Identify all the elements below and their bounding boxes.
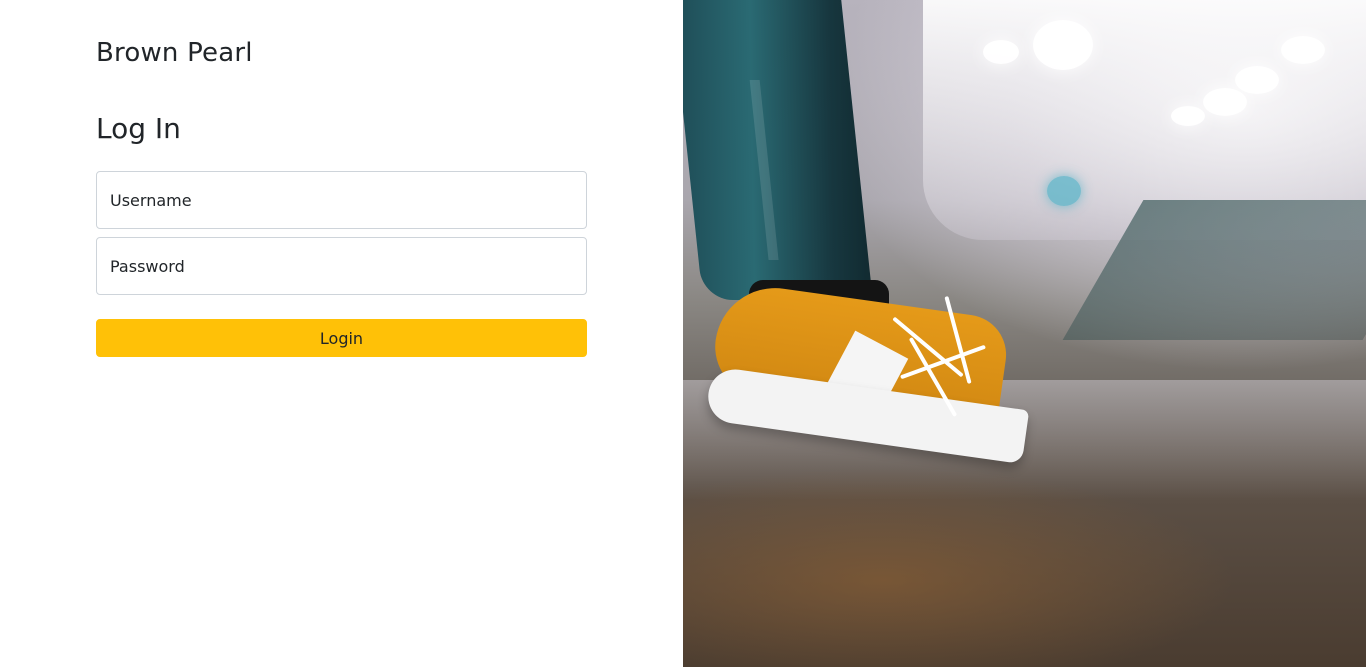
login-page: Brown Pearl Log In Login bbox=[0, 0, 1366, 667]
jeans-leg bbox=[683, 0, 873, 300]
page-title: Log In bbox=[96, 112, 181, 145]
login-button[interactable]: Login bbox=[96, 319, 587, 357]
username-input[interactable] bbox=[96, 171, 587, 229]
login-panel: Brown Pearl Log In Login bbox=[0, 0, 683, 667]
password-input[interactable] bbox=[96, 237, 587, 295]
hero-image bbox=[683, 0, 1366, 667]
platform-floor bbox=[683, 460, 1366, 667]
ceiling-light bbox=[983, 40, 1019, 64]
ceiling-light bbox=[1235, 66, 1279, 94]
ceiling-light bbox=[1203, 88, 1247, 116]
ceiling-light bbox=[1171, 106, 1205, 126]
ceiling-light bbox=[1281, 36, 1325, 64]
jeans-highlight bbox=[749, 80, 779, 260]
ceiling-light bbox=[1033, 20, 1093, 70]
brand-name: Brown Pearl bbox=[96, 38, 253, 68]
bokeh-light bbox=[1047, 176, 1081, 206]
